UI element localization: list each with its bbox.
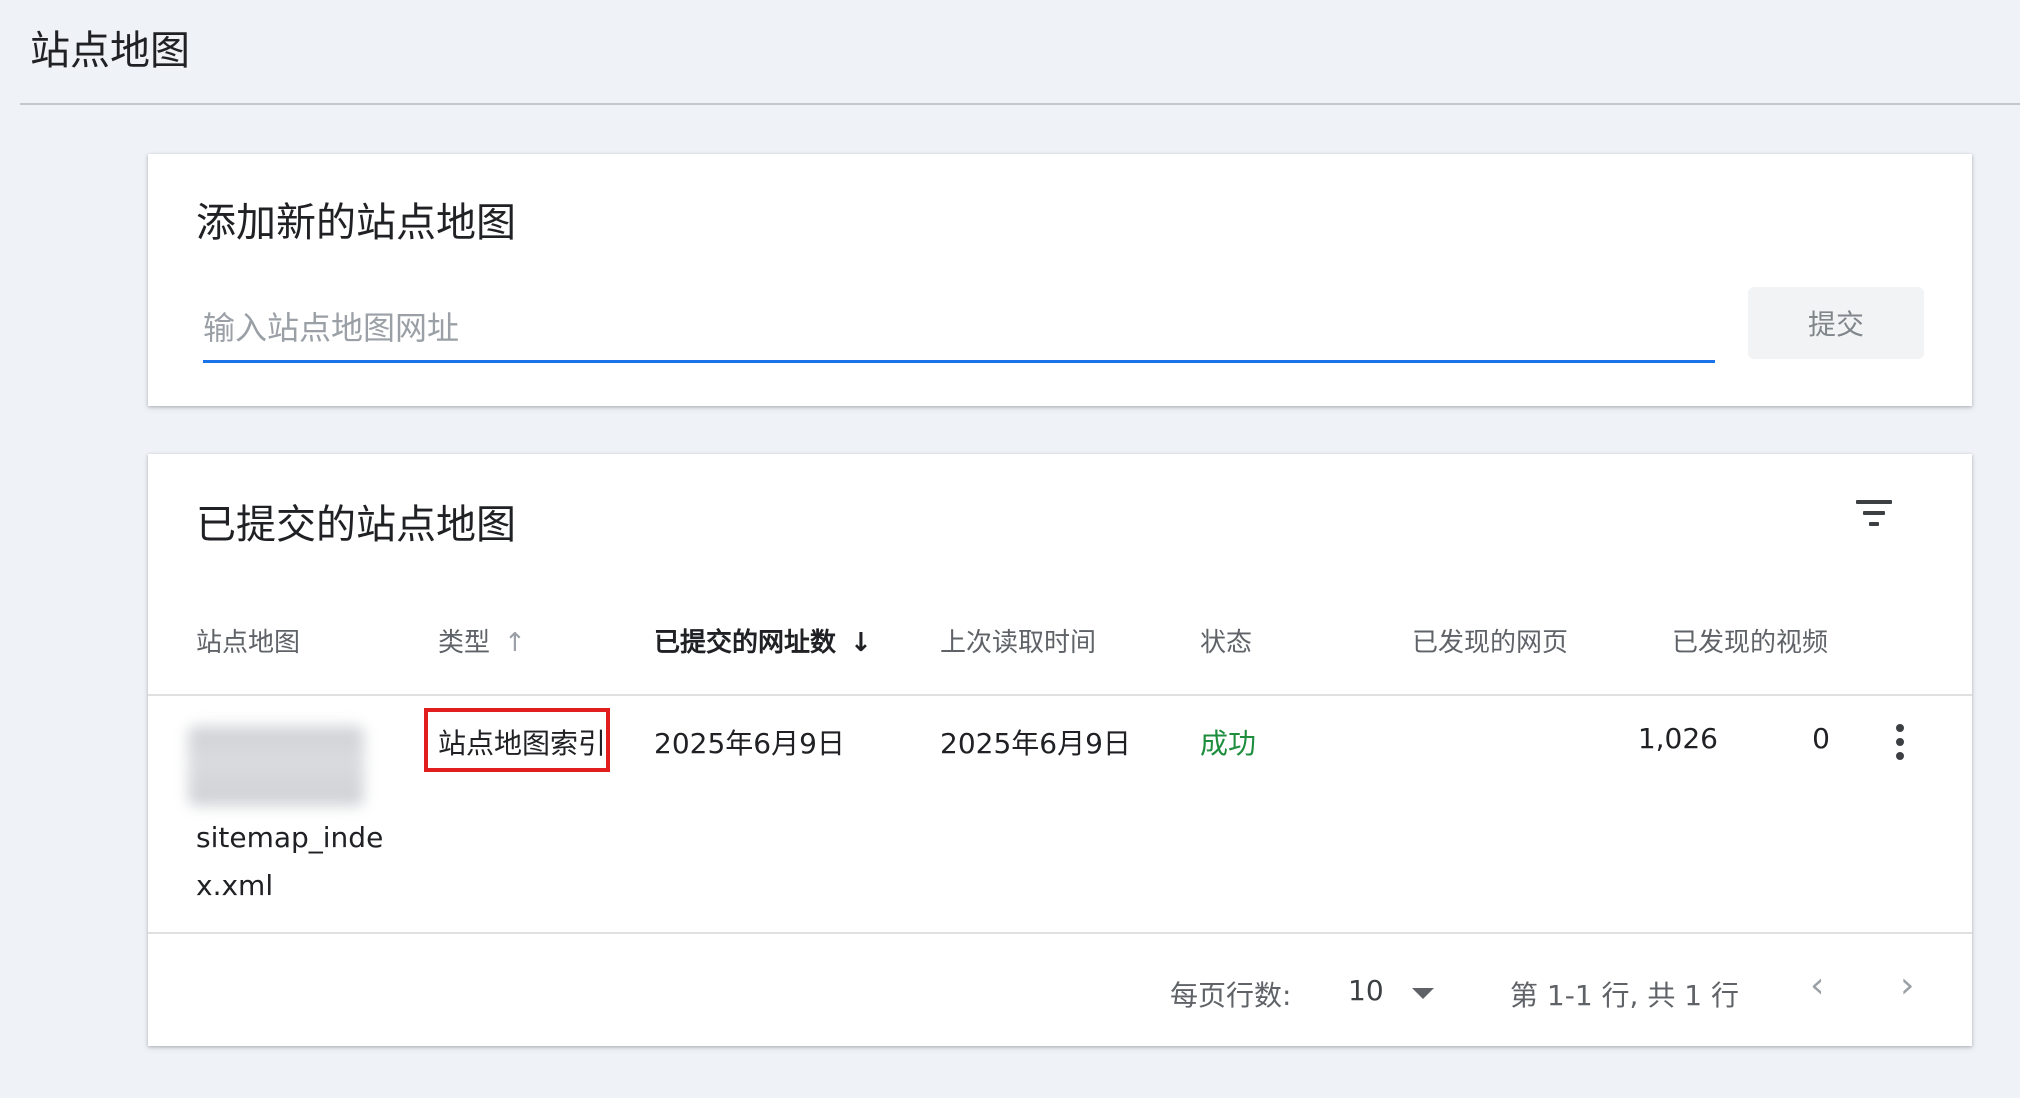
rows-per-page-value: 10	[1348, 974, 1384, 1007]
cell-type: 站点地图索引	[438, 727, 607, 760]
column-header-type[interactable]: 类型 ↑	[438, 622, 526, 659]
submitted-sitemaps-card: 已提交的站点地图 站点地图 类型 ↑ 已提交的网址数 ↓ 上次读取时间 状态 已发现…	[148, 454, 1972, 1046]
column-header-discovered-pages-label: 已发现的网页	[1412, 628, 1569, 658]
header-divider	[148, 694, 1972, 696]
pagination-range: 第 1-1 行, 共 1 行	[1510, 979, 1739, 1012]
column-header-type-label: 类型	[438, 628, 491, 658]
column-header-status-label: 状态	[1200, 628, 1253, 658]
cell-submitted-date: 2025年6月9日	[654, 727, 845, 760]
dropdown-arrow-icon	[1412, 988, 1434, 999]
sort-arrow-down-icon: ↓	[850, 628, 872, 658]
column-header-discovered-videos[interactable]: 已发现的视频	[1672, 622, 1828, 659]
sitemap-url-input[interactable]	[203, 300, 1715, 363]
row-divider	[148, 932, 1972, 934]
column-header-discovered-pages[interactable]: 已发现的网页	[1412, 622, 1568, 659]
submit-button[interactable]: 提交	[1748, 287, 1924, 359]
cell-last-read: 2025年6月9日	[940, 727, 1131, 760]
more-vert-icon[interactable]	[1896, 724, 1904, 760]
column-header-last-read-label: 上次读取时间	[940, 628, 1097, 658]
column-header-submitted-urls[interactable]: 已提交的网址数 ↓	[654, 622, 872, 659]
page-title: 站点地图	[30, 28, 190, 74]
title-divider	[20, 103, 2020, 105]
redacted-url-blur	[188, 726, 364, 806]
chevron-right-icon[interactable]: ›	[1900, 968, 1914, 1004]
chevron-left-icon[interactable]: ‹	[1810, 968, 1824, 1004]
add-sitemap-title: 添加新的站点地图	[196, 200, 516, 246]
add-sitemap-card: 添加新的站点地图 提交	[148, 154, 1972, 406]
column-header-sitemap-label: 站点地图	[196, 628, 301, 658]
submitted-sitemaps-title: 已提交的站点地图	[196, 502, 516, 548]
sort-arrow-up-icon: ↑	[504, 628, 526, 658]
column-header-sitemap[interactable]: 站点地图	[196, 622, 300, 659]
column-header-status[interactable]: 状态	[1200, 622, 1252, 659]
column-header-last-read[interactable]: 上次读取时间	[940, 622, 1096, 659]
cell-discovered-videos: 0	[1812, 722, 1830, 755]
column-header-submitted-urls-label: 已提交的网址数	[654, 628, 837, 658]
column-header-discovered-videos-label: 已发现的视频	[1672, 628, 1829, 658]
filter-icon[interactable]	[1854, 494, 1894, 534]
cell-status: 成功	[1200, 727, 1257, 760]
rows-per-page-label: 每页行数:	[1170, 979, 1292, 1012]
sitemap-name[interactable]: sitemap_index.xml	[196, 814, 396, 910]
